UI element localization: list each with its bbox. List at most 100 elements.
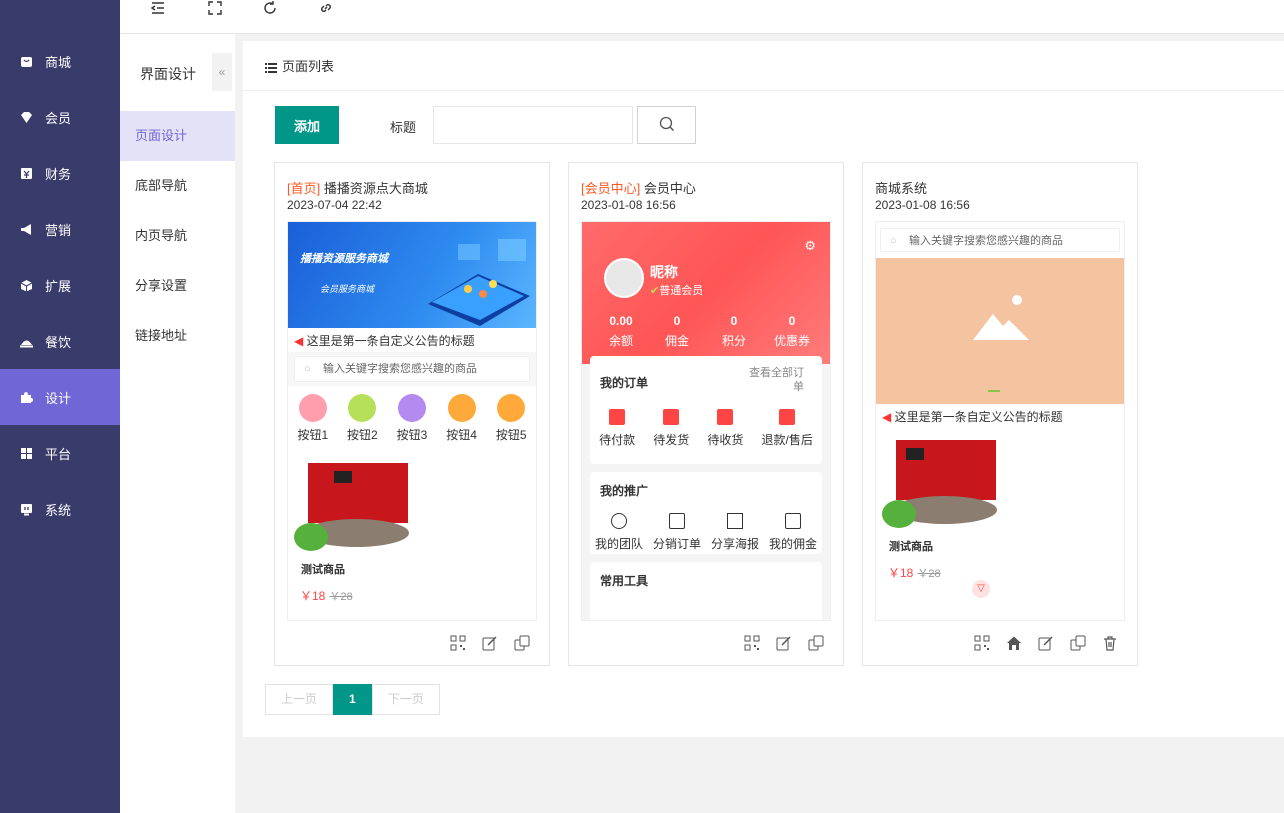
nickname: 昵称 bbox=[650, 264, 678, 280]
copy-icon[interactable] bbox=[807, 635, 825, 653]
subnav-title: 界面设计 bbox=[140, 66, 196, 82]
button-1-icon bbox=[298, 394, 327, 422]
wallet-icon bbox=[784, 513, 801, 529]
add-button[interactable]: 添加 bbox=[275, 106, 339, 144]
goods-name: 测试商品 bbox=[301, 564, 345, 576]
qrcode-icon[interactable] bbox=[973, 635, 991, 653]
subnav-item-page-design[interactable]: 页面设计 bbox=[120, 111, 235, 161]
sidebar-item-label: 餐饮 bbox=[45, 334, 72, 350]
sub-navigation: 界面设计 « 页面设计 底部导航 内页导航 分享设置 链接地址 bbox=[120, 34, 235, 813]
menu-fold-icon[interactable] bbox=[148, 0, 168, 20]
next-page-button[interactable]: 下一页 bbox=[371, 684, 440, 715]
sidebar-item-platform[interactable]: 平台 bbox=[0, 425, 120, 481]
sidebar: 商城 会员 财务 营销 扩展 餐饮 设计 平台 系统 bbox=[0, 0, 120, 813]
edit-icon[interactable] bbox=[481, 635, 499, 653]
page-card-member: [会员中心] 会员中心 2023-01-08 16:56 ⚙ 昵称 ✔普通会员 … bbox=[568, 162, 844, 666]
stat-label: 优惠券 bbox=[773, 334, 810, 348]
preview-button-3: 按钮3 bbox=[397, 394, 427, 443]
card-actions bbox=[449, 635, 531, 653]
button-group: 按钮1 按钮2 按钮3 按钮4 按钮5 bbox=[288, 386, 536, 451]
truck-icon bbox=[717, 409, 734, 425]
prev-page-button[interactable]: 上一页 bbox=[265, 684, 334, 715]
subnav-item-share[interactable]: 分享设置 bbox=[120, 261, 235, 311]
notice-bar: ◀ 这里是第一条自定义公告的标题 bbox=[288, 328, 536, 352]
edit-icon[interactable] bbox=[1037, 635, 1055, 653]
button-4-icon bbox=[447, 394, 476, 422]
qrcode-icon[interactable] bbox=[449, 635, 467, 653]
price-original: ￥28 bbox=[329, 591, 353, 603]
megaphone-icon: ◀ bbox=[882, 410, 892, 424]
sidebar-item-label: 营销 bbox=[45, 222, 72, 238]
page-card-home: [首页] 播播资源点大商城 2023-07-04 22:42 播播资源服务商城 … bbox=[274, 162, 550, 666]
order-icons: 待付款 待发货 待收货 退款/售后 bbox=[590, 401, 822, 456]
orders-block: 我的订单 查看全部订单 待付款 待发货 待收货 退款/售后 bbox=[590, 356, 822, 464]
sidebar-item-finance[interactable]: 财务 bbox=[0, 145, 120, 201]
system-icon bbox=[20, 503, 33, 516]
preview-search-text: 输入关键字搜索您感兴趣的商品 bbox=[323, 363, 477, 375]
preview-search: ○ 输入关键字搜索您感兴趣的商品 bbox=[880, 228, 1120, 252]
block-title: 我的推广 bbox=[600, 484, 649, 498]
button-label: 按钮5 bbox=[495, 428, 527, 442]
promo-team: 我的团队 bbox=[595, 513, 643, 552]
preview-button-5: 按钮5 bbox=[496, 394, 527, 443]
ic-label: 我的团队 bbox=[594, 537, 643, 551]
order-pending-pay: 待付款 bbox=[599, 409, 635, 448]
promo-poster: 分享海报 bbox=[711, 513, 759, 552]
link-icon[interactable] bbox=[316, 0, 336, 20]
puzzle-icon bbox=[20, 391, 33, 404]
page-name: 播播资源点大商城 bbox=[323, 181, 428, 196]
sidebar-item-label: 扩展 bbox=[45, 278, 72, 294]
subnav-item-inner-nav[interactable]: 内页导航 bbox=[120, 211, 235, 261]
sidebar-item-dining[interactable]: 餐饮 bbox=[0, 313, 120, 369]
sidebar-item-label: 财务 bbox=[45, 166, 72, 182]
level-text: 普通会员 bbox=[659, 285, 704, 297]
sidebar-item-system[interactable]: 系统 bbox=[0, 481, 120, 537]
wallet-icon bbox=[609, 409, 626, 425]
trash-icon[interactable] bbox=[1101, 635, 1119, 653]
cart-icon: ▽ bbox=[972, 580, 990, 598]
copy-icon[interactable] bbox=[513, 635, 531, 653]
search-button[interactable] bbox=[637, 106, 696, 144]
title-search-input[interactable] bbox=[433, 106, 633, 144]
main-panel: 页面列表 添加 标题 [首页] 播播资源点大商城 2023-07-04 22:4… bbox=[243, 41, 1284, 737]
order-refund: 退款/售后 bbox=[762, 409, 813, 448]
goods-name: 测试商品 bbox=[889, 541, 933, 553]
card-date: 2023-01-08 16:56 bbox=[875, 198, 970, 212]
member-icon bbox=[20, 111, 33, 124]
page-card-shop-system: 商城系统 2023-01-08 16:56 ○ 输入关键字搜索您感兴趣的商品 ◀ … bbox=[862, 162, 1138, 666]
sidebar-item-member[interactable]: 会员 bbox=[0, 89, 120, 145]
home-icon[interactable] bbox=[1005, 635, 1023, 653]
collapse-button[interactable]: « bbox=[212, 53, 232, 91]
stat-coupons: 0 优惠券 bbox=[767, 314, 817, 349]
sidebar-item-marketing[interactable]: 营销 bbox=[0, 201, 120, 257]
ic-label: 分享海报 bbox=[710, 537, 759, 551]
image-icon bbox=[726, 513, 743, 529]
edit-icon[interactable] bbox=[775, 635, 793, 653]
panel-header: 页面列表 bbox=[243, 41, 1284, 91]
member-level: ✔普通会员 bbox=[650, 282, 703, 298]
page-1-button[interactable]: 1 bbox=[333, 684, 372, 715]
sidebar-item-shop[interactable]: 商城 bbox=[0, 33, 120, 89]
fullscreen-icon[interactable] bbox=[205, 0, 225, 20]
card-actions bbox=[743, 635, 825, 653]
check-icon: ✔ bbox=[650, 285, 660, 297]
avatar bbox=[604, 258, 644, 298]
button-label: 按钮1 bbox=[297, 428, 329, 442]
qrcode-icon[interactable] bbox=[743, 635, 761, 653]
copy-icon[interactable] bbox=[1069, 635, 1087, 653]
search-icon: ○ bbox=[890, 235, 897, 247]
subnav-item-links[interactable]: 链接地址 bbox=[120, 311, 235, 361]
promo-icons: 我的团队 分销订单 分享海报 我的佣金 bbox=[590, 509, 822, 560]
carousel-placeholder bbox=[876, 258, 1124, 404]
sidebar-item-design[interactable]: 设计 bbox=[0, 369, 120, 425]
stat-value: 0.00 bbox=[609, 314, 633, 328]
card-date: 2023-01-08 16:56 bbox=[581, 198, 676, 212]
sidebar-item-extend[interactable]: 扩展 bbox=[0, 257, 120, 313]
ic-label: 退款/售后 bbox=[761, 433, 813, 447]
refresh-icon[interactable] bbox=[260, 0, 280, 20]
subnav-item-bottom-nav[interactable]: 底部导航 bbox=[120, 161, 235, 211]
shop-icon bbox=[20, 55, 33, 68]
card-title: 商城系统 bbox=[875, 178, 927, 197]
price-current: ￥18 bbox=[300, 589, 326, 603]
sidebar-item-label: 会员 bbox=[45, 110, 72, 126]
